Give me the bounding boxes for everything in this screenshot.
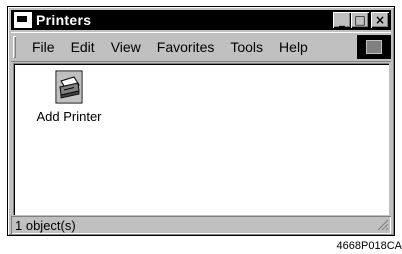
menu-help[interactable]: Help [271,39,316,55]
add-printer-label: Add Printer [36,109,102,124]
menu-view[interactable]: View [103,39,149,55]
status-bar: 1 object(s) [11,216,391,234]
add-printer-icon [55,70,83,104]
windows-logo-icon [357,35,391,59]
menu-grip-handle[interactable] [13,36,16,58]
menu-file[interactable]: File [24,39,63,55]
menu-favorites[interactable]: Favorites [149,39,223,55]
minimize-button[interactable]: _ [333,12,351,28]
figure-caption: 4668P018CA [336,240,402,252]
folder-content-area[interactable]: Add Printer [13,63,389,215]
printers-window: Printers _ □ × File Edit View Favorites … [7,6,395,236]
status-text: 1 object(s) [15,217,76,233]
menu-tools[interactable]: Tools [222,39,271,55]
maximize-button[interactable]: □ [351,12,369,28]
title-bar[interactable]: Printers _ □ × [11,10,391,30]
resize-grip-icon[interactable] [377,219,389,231]
window-title: Printers [36,12,92,28]
menu-edit[interactable]: Edit [63,39,103,55]
printers-folder-icon[interactable] [14,12,32,28]
menu-bar: File Edit View Favorites Tools Help [11,32,391,62]
add-printer-item[interactable]: Add Printer [27,69,111,124]
close-button[interactable]: × [371,12,389,28]
